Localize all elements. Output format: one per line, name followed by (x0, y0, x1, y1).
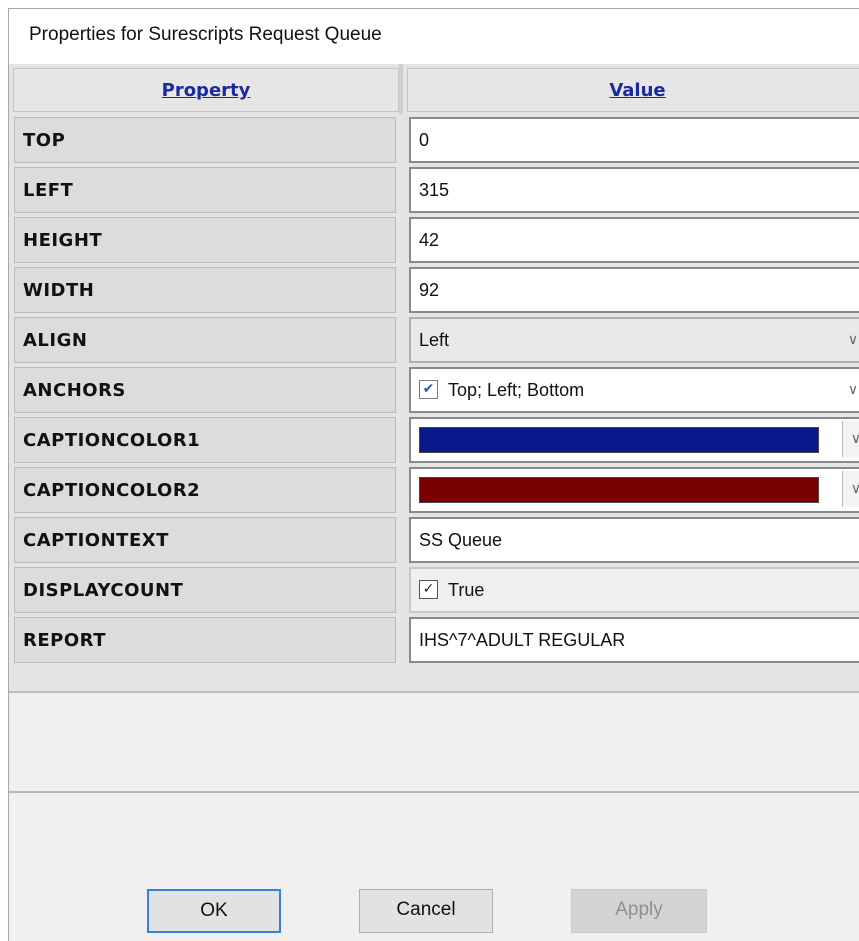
property-label: LEFT (14, 167, 396, 213)
property-row-captioncolor1: CAPTIONCOLOR1 ∨ (9, 417, 859, 463)
property-label: TOP (14, 117, 396, 163)
description-panel (9, 691, 859, 793)
checkmark-icon[interactable]: ✓ (419, 579, 438, 599)
captioncolor2-picker[interactable]: ∨ (409, 467, 859, 513)
column-header-value[interactable]: Value (407, 68, 859, 112)
chevron-down-icon[interactable]: ∨ (842, 421, 859, 457)
displaycount-checkbox[interactable]: ✓ True (409, 567, 859, 613)
property-label: REPORT (14, 617, 396, 663)
property-row-captiontext: CAPTIONTEXT SS Queue (9, 517, 859, 563)
property-label: DISPLAYCOUNT (14, 567, 396, 613)
property-row-displaycount: DISPLAYCOUNT ✓ True (9, 567, 859, 613)
property-label: HEIGHT (14, 217, 396, 263)
properties-dialog: Properties for Surescripts Request Queue… (8, 8, 859, 941)
property-row-height: HEIGHT 42 (9, 217, 859, 263)
report-value-field[interactable]: IHS^7^ADULT REGULAR (409, 617, 859, 663)
top-value-field[interactable]: 0 (409, 117, 859, 163)
property-row-top: TOP 0 (9, 117, 859, 163)
property-row-captioncolor2: CAPTIONCOLOR2 ∨ (9, 467, 859, 513)
left-value-field[interactable]: 315 (409, 167, 859, 213)
apply-button[interactable]: Apply (571, 889, 707, 933)
chevron-down-icon[interactable]: ∨ (843, 369, 859, 411)
property-row-anchors: ANCHORS ✔ Top; Left; Bottom ∨ (9, 367, 859, 413)
property-grid: Property Value TOP 0 LEFT 315 HEIGHT 42 … (9, 64, 859, 691)
captiontext-value-field[interactable]: SS Queue (409, 517, 859, 563)
divider (9, 791, 859, 793)
anchors-dropdown[interactable]: ✔ Top; Left; Bottom ∨ (409, 367, 859, 413)
width-value-field[interactable]: 92 (409, 267, 859, 313)
displaycount-label: True (448, 580, 485, 600)
captioncolor1-picker[interactable]: ∨ (409, 417, 859, 463)
property-label: ANCHORS (14, 367, 396, 413)
color-swatch (419, 477, 819, 503)
cancel-button[interactable]: Cancel (359, 889, 493, 933)
title-bar: Properties for Surescripts Request Queue (9, 9, 859, 64)
chevron-down-icon[interactable]: ∨ (843, 319, 859, 361)
property-row-width: WIDTH 92 (9, 267, 859, 313)
column-divider[interactable] (399, 64, 403, 114)
anchors-selected-value: Top; Left; Bottom (448, 380, 585, 400)
property-label: WIDTH (14, 267, 396, 313)
column-header-property[interactable]: Property (13, 68, 399, 112)
property-label: CAPTIONTEXT (14, 517, 396, 563)
align-dropdown[interactable]: Left ∨ (409, 317, 859, 363)
property-label: CAPTIONCOLOR2 (14, 467, 396, 513)
ok-button[interactable]: OK (147, 889, 281, 933)
color-swatch (419, 427, 819, 453)
checkmark-icon: ✔ (419, 379, 438, 399)
property-row-align: ALIGN Left ∨ (9, 317, 859, 363)
align-selected-value: Left (419, 330, 450, 350)
property-label: CAPTIONCOLOR1 (14, 417, 396, 463)
chevron-down-icon[interactable]: ∨ (842, 471, 859, 507)
height-value-field[interactable]: 42 (409, 217, 859, 263)
property-row-report: REPORT IHS^7^ADULT REGULAR (9, 617, 859, 663)
property-row-left: LEFT 315 (9, 167, 859, 213)
property-label: ALIGN (14, 317, 396, 363)
window-title: Properties for Surescripts Request Queue (29, 24, 382, 45)
